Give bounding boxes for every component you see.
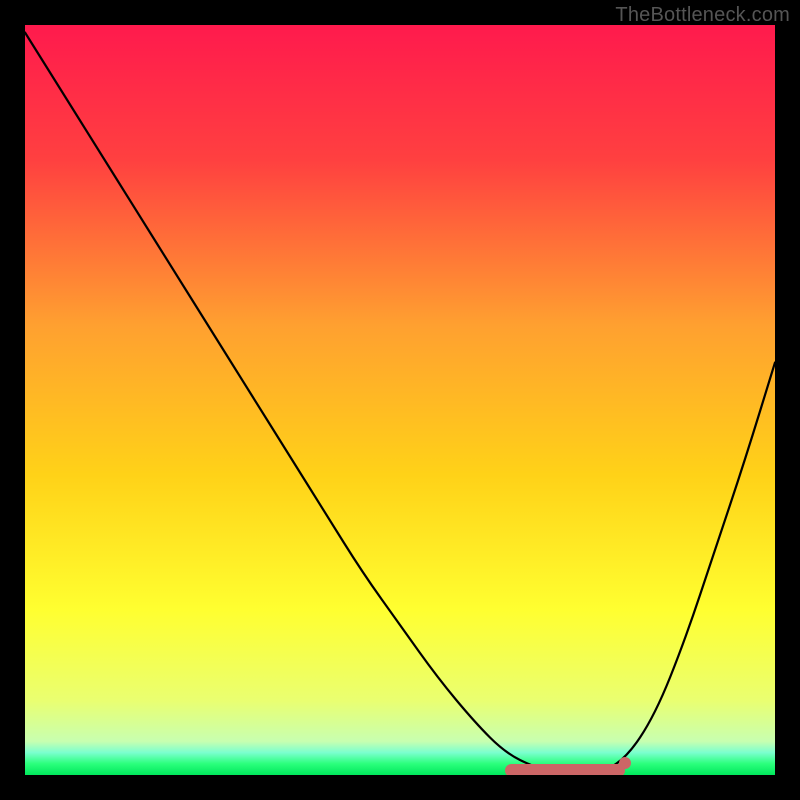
sweet-spot-band: [505, 764, 625, 775]
bottleneck-curve: [25, 25, 775, 775]
chart-frame: TheBottleneck.com: [0, 0, 800, 800]
sweet-spot-dot: [619, 757, 631, 769]
watermark-text: TheBottleneck.com: [615, 4, 790, 27]
plot-area: [25, 25, 775, 775]
